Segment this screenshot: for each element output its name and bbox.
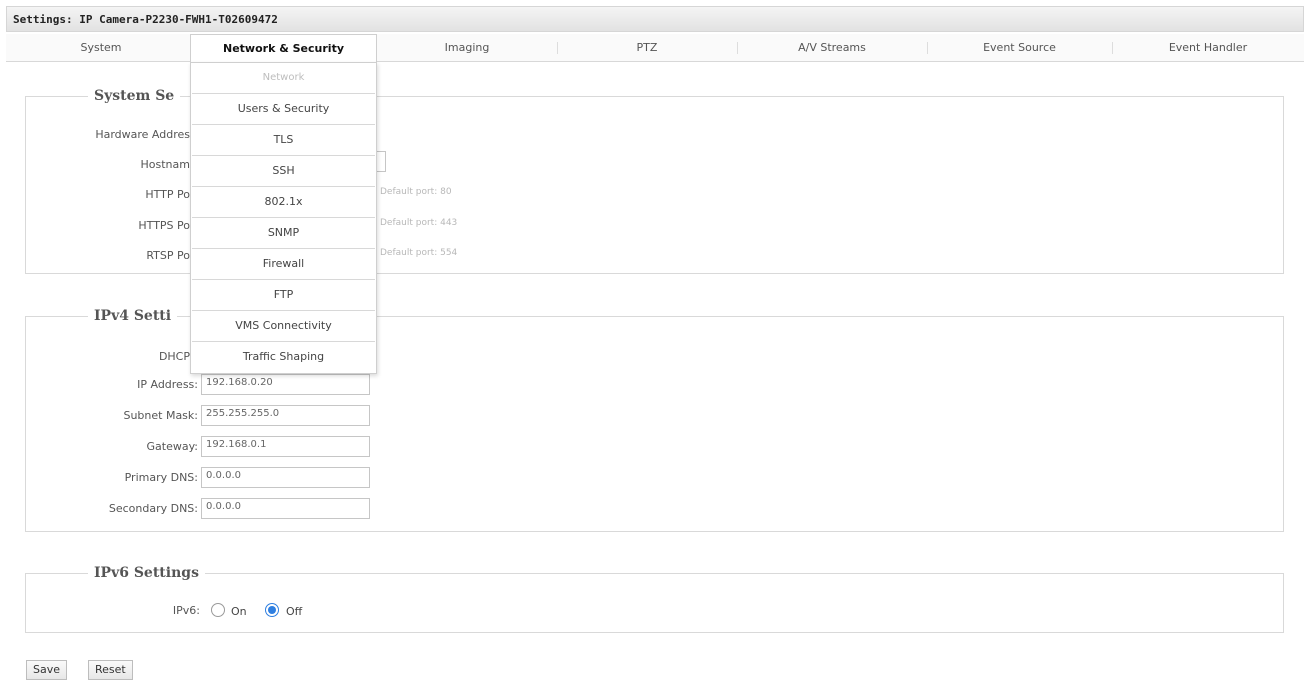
rtsp-port-row: RTSP Po <box>0 245 190 267</box>
menu-item-8021x[interactable]: 802.1x <box>192 187 375 218</box>
subnet-mask-input[interactable]: 255.255.255.0 <box>201 405 370 426</box>
ipv6-settings-legend: IPv6 Settings <box>94 565 199 581</box>
primary-dns-row: Primary DNS: <box>0 467 198 489</box>
save-button[interactable]: Save <box>26 660 68 680</box>
window-titlebar: Settings: IP Camera-P2230-FWH1-T02609472 <box>6 6 1304 32</box>
ip-address-input[interactable]: 192.168.0.20 <box>201 374 370 395</box>
menu-item-tls[interactable]: TLS <box>192 125 375 156</box>
menu-item-users-security[interactable]: Users & Security <box>192 94 375 125</box>
ipv6-on-label[interactable]: On <box>231 605 247 618</box>
hardware-address-label: Hardware Addres <box>95 128 190 141</box>
tab-event-source[interactable]: Event Source <box>927 34 1112 62</box>
network-security-menu: Network Users & Security TLS SSH 802.1x … <box>190 62 377 374</box>
menu-item-firewall[interactable]: Firewall <box>192 249 375 280</box>
secondary-dns-input[interactable]: 0.0.0.0 <box>201 498 370 519</box>
ip-address-label: IP Address: <box>137 378 198 391</box>
tab-event-handler[interactable]: Event Handler <box>1112 34 1304 62</box>
menu-item-ssh[interactable]: SSH <box>192 156 375 187</box>
tab-bar: System Network & Security Imaging PTZ A/… <box>6 34 1304 63</box>
secondary-dns-label: Secondary DNS: <box>108 502 198 515</box>
https-port-row: HTTPS Po <box>0 215 190 237</box>
primary-dns-label: Primary DNS: <box>124 471 198 484</box>
http-port-row: HTTP Po <box>0 184 190 206</box>
system-settings-legend: System Se <box>94 88 175 104</box>
ipv6-settings-group: IPv6 Settings <box>25 565 1284 633</box>
primary-dns-input[interactable]: 0.0.0.0 <box>201 467 370 488</box>
ipv6-off-label[interactable]: Off <box>286 605 302 618</box>
http-port-hint: Default port: 80 <box>380 187 452 197</box>
dhcp-row: DHCP <box>0 346 190 368</box>
gateway-label: Gateway: <box>146 440 199 453</box>
tab-system[interactable]: System <box>6 34 196 62</box>
hostname-field[interactable] <box>377 151 386 172</box>
ipv6-on-radio[interactable] <box>211 603 225 617</box>
hardware-address-row: Hardware Addres <box>0 124 190 146</box>
ip-address-row: IP Address: <box>0 374 198 396</box>
window-title: Settings: IP Camera-P2230-FWH1-T02609472 <box>13 13 278 26</box>
tab-ptz[interactable]: PTZ <box>557 34 737 62</box>
rtsp-port-hint: Default port: 554 <box>380 248 458 258</box>
ipv6-off-radio[interactable] <box>265 603 279 617</box>
hostname-label: Hostnam <box>140 158 190 171</box>
ipv6-row: IPv6: <box>0 600 200 622</box>
ipv6-label: IPv6: <box>172 604 200 617</box>
gateway-row: Gateway: <box>0 436 199 458</box>
http-port-label: HTTP Po <box>145 188 190 201</box>
menu-item-network: Network <box>192 63 375 94</box>
tab-av-streams[interactable]: A/V Streams <box>737 34 927 62</box>
tab-imaging[interactable]: Imaging <box>377 34 557 62</box>
ipv4-settings-legend: IPv4 Setti <box>94 308 172 324</box>
gateway-input[interactable]: 192.168.0.1 <box>201 436 370 457</box>
menu-item-vms-connectivity[interactable]: VMS Connectivity <box>192 311 375 342</box>
secondary-dns-row: Secondary DNS: <box>0 498 198 520</box>
subnet-mask-row: Subnet Mask: <box>0 405 198 427</box>
tab-network-security[interactable]: Network & Security <box>190 34 377 63</box>
menu-item-ftp[interactable]: FTP <box>192 280 375 311</box>
subnet-mask-label: Subnet Mask: <box>123 409 198 422</box>
dhcp-label: DHCP <box>158 350 190 363</box>
menu-item-snmp[interactable]: SNMP <box>192 218 375 249</box>
https-port-hint: Default port: 443 <box>380 218 458 228</box>
menu-item-traffic-shaping[interactable]: Traffic Shaping <box>192 342 375 373</box>
hostname-row: Hostnam <box>0 154 190 176</box>
https-port-label: HTTPS Po <box>138 219 190 232</box>
reset-button[interactable]: Reset <box>88 660 133 680</box>
rtsp-port-label: RTSP Po <box>146 249 190 262</box>
